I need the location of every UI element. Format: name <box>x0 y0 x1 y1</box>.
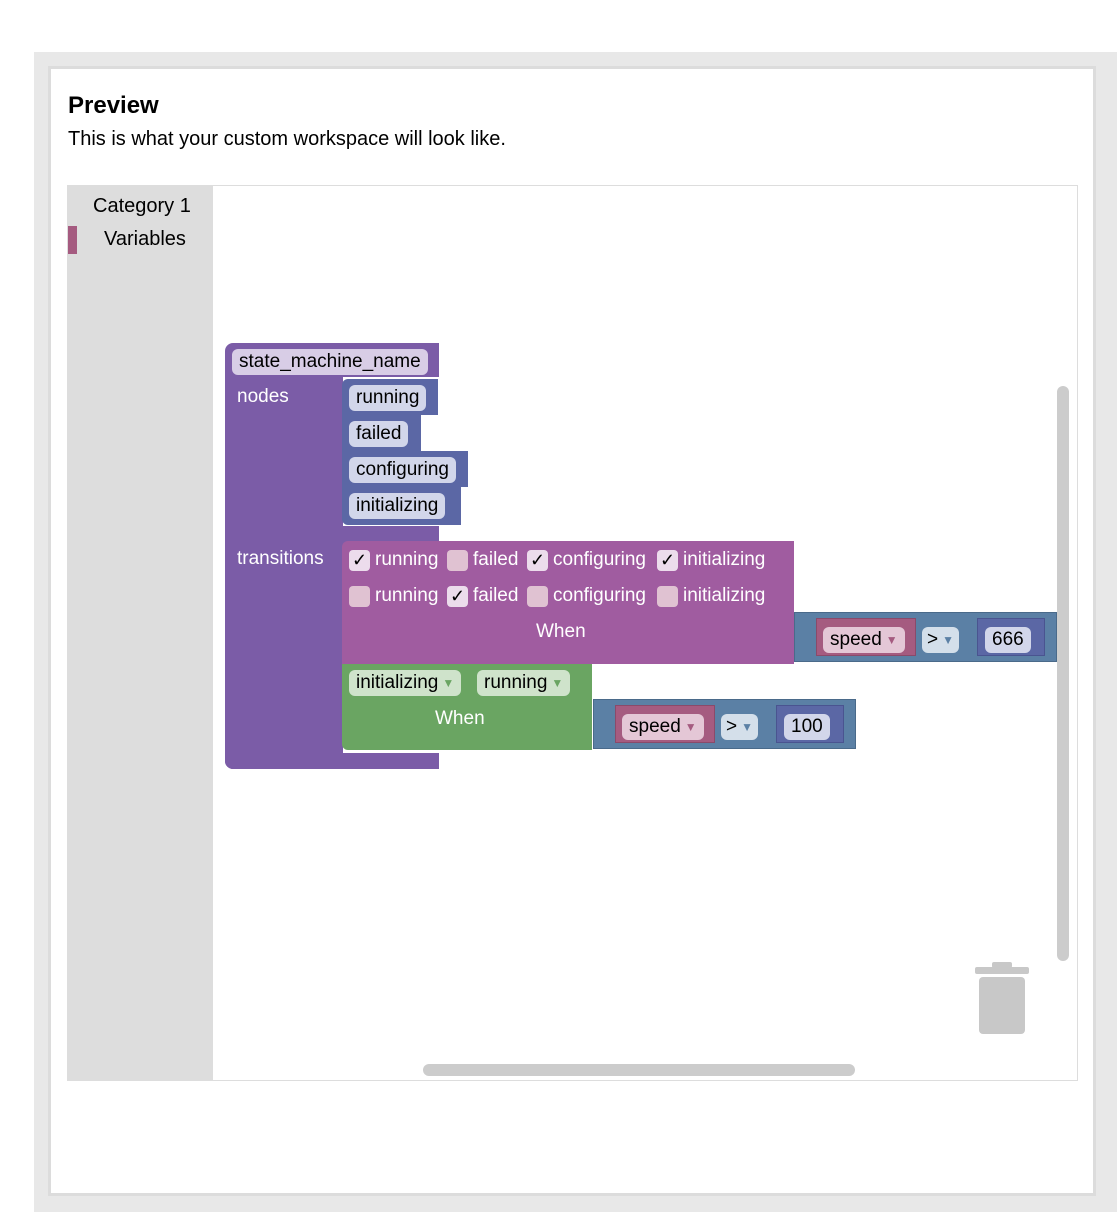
state-machine-name-field[interactable]: state_machine_name <box>232 349 428 375</box>
transition-to-checkbox[interactable] <box>349 586 370 607</box>
checkbox-label: initializing <box>683 549 766 570</box>
from-state-dropdown[interactable]: initializing ▼ <box>349 670 462 696</box>
variable-dropdown[interactable]: speed ▼ <box>823 627 905 653</box>
toolbox: Category 1 Variables <box>68 186 213 1080</box>
chevron-down-icon: ▼ <box>885 633 898 647</box>
check-icon: ✓ <box>449 586 466 606</box>
chevron-down-icon: ▼ <box>551 676 564 690</box>
nodes-label: nodes <box>237 386 289 407</box>
toolbox-category-variables[interactable]: Variables <box>104 228 186 251</box>
toolbox-category-1[interactable]: Category 1 <box>93 195 191 218</box>
chevron-down-icon: ▼ <box>942 633 954 647</box>
node-name-field[interactable]: initializing <box>349 493 446 519</box>
transition-to-checkbox[interactable] <box>657 586 678 607</box>
checkbox-label: failed <box>473 585 519 606</box>
trash-icon[interactable] <box>973 962 1031 1041</box>
checkbox-label: failed <box>473 549 519 570</box>
checkbox-label: running <box>375 549 439 570</box>
vertical-scrollbar[interactable] <box>1057 386 1069 961</box>
transition-from-checkbox[interactable] <box>447 550 468 571</box>
chevron-down-icon: ▼ <box>442 676 455 690</box>
transitions-label: transitions <box>237 548 324 569</box>
node-name-field[interactable]: running <box>349 385 427 411</box>
blockly-workspace[interactable]: Category 1 Variables state_machine_name … <box>67 185 1078 1081</box>
node-name-field[interactable]: configuring <box>349 457 456 483</box>
chevron-down-icon: ▼ <box>684 720 697 734</box>
state-machine-block-bottom <box>225 753 439 769</box>
checkbox-label: initializing <box>683 585 766 606</box>
to-state-dropdown[interactable]: running ▼ <box>477 670 571 696</box>
checkbox-label: configuring <box>553 549 646 570</box>
variable-dropdown[interactable]: speed ▼ <box>622 714 704 740</box>
transition-to-checkbox[interactable] <box>527 586 548 607</box>
check-icon: ✓ <box>529 550 546 570</box>
number-field[interactable]: 100 <box>784 714 830 740</box>
transition-from-checkbox[interactable]: ✓ <box>527 550 548 571</box>
horizontal-scrollbar[interactable] <box>423 1064 855 1076</box>
preview-subtitle: This is what your custom workspace will … <box>68 128 506 150</box>
chevron-down-icon: ▼ <box>741 720 753 734</box>
preview-title: Preview <box>68 92 159 119</box>
number-field[interactable]: 666 <box>985 627 1031 653</box>
state-machine-block-body <box>225 376 343 769</box>
operator-dropdown[interactable]: > ▼ <box>922 627 959 653</box>
toolbox-category-color-bar <box>68 226 77 254</box>
workspace-canvas[interactable]: state_machine_name nodes transitions run… <box>213 186 1077 1080</box>
transition-to-checkbox[interactable]: ✓ <box>447 586 468 607</box>
when-label: When <box>536 621 586 642</box>
check-icon: ✓ <box>351 550 368 570</box>
checkbox-label: configuring <box>553 585 646 606</box>
node-name-field[interactable]: failed <box>349 421 409 447</box>
checkbox-label: running <box>375 585 439 606</box>
transition-from-checkbox[interactable]: ✓ <box>657 550 678 571</box>
transition-from-checkbox[interactable]: ✓ <box>349 550 370 571</box>
when-label: When <box>435 708 485 729</box>
check-icon: ✓ <box>659 550 676 570</box>
operator-dropdown[interactable]: > ▼ <box>721 714 758 740</box>
